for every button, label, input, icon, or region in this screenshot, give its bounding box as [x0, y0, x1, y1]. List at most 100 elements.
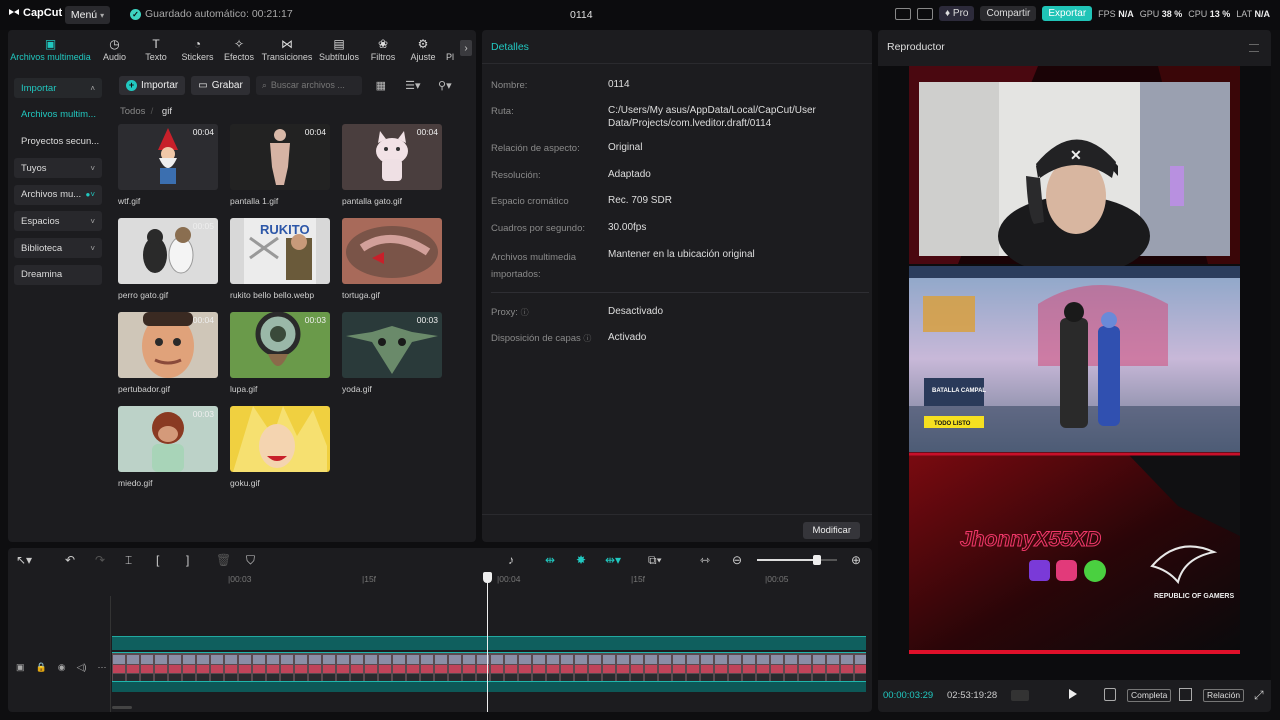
undo-icon[interactable]: ↶: [65, 553, 75, 567]
tool-transitions[interactable]: ⋈ Transiciones: [259, 30, 315, 66]
divider: [491, 292, 869, 293]
sort-icon[interactable]: ☰▾: [400, 76, 426, 95]
preview-canvas[interactable]: ✕ BATALLA CAMPAL TODO LISTO JhonnyX55XD: [878, 66, 1271, 680]
filter-icon[interactable]: ⚲▾: [432, 76, 458, 95]
media-item[interactable]: goku.gif: [230, 406, 330, 488]
sidebar-item-yours[interactable]: Tuyos ˅: [14, 158, 102, 179]
split-icon[interactable]: ⌶: [125, 553, 132, 567]
shield-icon[interactable]: ⛉: [246, 553, 255, 567]
speaker-icon[interactable]: ◁): [77, 662, 87, 673]
more-icon[interactable]: ⋯: [98, 662, 107, 673]
sidebar-item-media-files[interactable]: Archivos multim...: [14, 105, 102, 125]
tool-subtitles[interactable]: ▤ Subtítulos: [315, 30, 363, 66]
pro-button[interactable]: ♦ Pro: [939, 6, 975, 21]
info-icon[interactable]: ⓘ: [521, 308, 529, 317]
detail-label: Resolución:: [491, 170, 541, 181]
tool-filters[interactable]: ❀ Filtros: [363, 30, 403, 66]
linkage-icon[interactable]: ⇹▾: [605, 553, 621, 567]
media-item[interactable]: tortuga.gif: [342, 218, 442, 300]
zoom-slider[interactable]: [757, 555, 837, 565]
timeline-mode-icon[interactable]: [1011, 690, 1029, 701]
tool-audio[interactable]: ◷ Audio: [93, 30, 136, 66]
share-button[interactable]: Compartir: [980, 6, 1037, 21]
total-time: 02:53:19:28: [947, 690, 998, 701]
media-filename: goku.gif: [230, 478, 260, 488]
detail-value: 30.00fps: [608, 222, 647, 233]
record-button[interactable]: ▭ Grabar: [191, 75, 250, 95]
video-clip[interactable]: [112, 652, 866, 682]
full-quality-button[interactable]: Completa: [1127, 689, 1172, 702]
media-item[interactable]: 00:05 perro gato.gif: [118, 218, 218, 300]
media-item[interactable]: 00:04 wtf.gif: [118, 124, 218, 206]
audio-waveform-clip[interactable]: [112, 682, 866, 692]
grid-view-icon[interactable]: ▦: [368, 76, 394, 95]
sidebar-item-subprojects[interactable]: Proyectos secun...: [14, 131, 102, 151]
media-item[interactable]: RUKITO rukito bello bello.webp: [230, 218, 330, 300]
media-item[interactable]: 00:04 pantalla 1.gif: [230, 124, 330, 206]
tool-stickers[interactable]: ◔ Stickers: [176, 30, 219, 66]
search-input[interactable]: ⌕ Buscar archivos ...: [255, 75, 362, 95]
sidebar-item-import[interactable]: Importar ˄: [14, 78, 102, 98]
sidebar-item-spaces[interactable]: Espacios ˅: [14, 211, 102, 232]
sidebar-item-label: Importar: [21, 82, 57, 94]
sidebar-item-dreamina[interactable]: Dreamina: [14, 264, 102, 285]
media-item[interactable]: 00:03 miedo.gif: [118, 406, 218, 488]
tool-media[interactable]: ▣ Archivos multimedia: [8, 30, 93, 66]
media-item[interactable]: 00:03 lupa.gif: [230, 312, 330, 394]
redo-icon[interactable]: ↷: [95, 553, 105, 567]
twitch-icon: [1029, 560, 1050, 581]
zoom-slider-knob[interactable]: [813, 555, 821, 565]
media-item[interactable]: 00:04 pertubador.gif: [118, 312, 218, 394]
zoom-out-icon[interactable]: ⊖: [732, 553, 742, 567]
chevron-right-icon[interactable]: ›: [460, 40, 472, 56]
detail-label: Nombre:: [491, 80, 528, 91]
zoom-in-icon[interactable]: ⊕: [851, 553, 861, 567]
preview-frame: ✕ BATALLA CAMPAL TODO LISTO JhonnyX55XD: [909, 66, 1240, 654]
sidebar-item-library[interactable]: Biblioteca ˅: [14, 238, 102, 259]
menu-icon[interactable]: [1249, 44, 1259, 52]
cursor-select-icon[interactable]: ↖▾: [16, 553, 32, 567]
info-icon[interactable]: ⓘ: [583, 334, 591, 343]
keyboard-icon[interactable]: [917, 7, 934, 20]
tool-label: Pl: [445, 52, 454, 62]
search-icon: ⌕: [261, 79, 267, 90]
modify-button[interactable]: Modificar: [803, 522, 860, 539]
lock-icon[interactable]: 🔒: [36, 662, 47, 673]
export-button[interactable]: Exportar: [1042, 6, 1093, 21]
main-menu-button[interactable]: Menú ▾: [65, 6, 110, 24]
delete-icon[interactable]: 🗑: [216, 553, 231, 567]
sidebar-item-media-library[interactable]: Archivos mu... ●˅: [14, 184, 102, 205]
trim-left-icon[interactable]: [: [156, 553, 159, 567]
expand-icon[interactable]: ⤢: [1254, 688, 1264, 703]
crop-icon[interactable]: [1179, 688, 1192, 701]
playhead[interactable]: [487, 572, 488, 712]
tool-plugins[interactable]: Pl: [443, 30, 457, 66]
tool-adjust[interactable]: ⚙ Ajuste: [403, 30, 443, 66]
media-item[interactable]: 00:03 yoda.gif: [342, 312, 442, 394]
full-label: Completa: [1131, 690, 1168, 700]
fit-timeline-icon[interactable]: ⇿: [700, 553, 710, 567]
time-ruler[interactable]: |00:03 |15f |00:04 |15f |00:05: [8, 574, 872, 588]
media-item[interactable]: 00:04 pantalla gato.gif: [342, 124, 442, 206]
detail-label: Ruta:: [491, 106, 514, 117]
current-time: 00:00:03:29: [883, 690, 934, 701]
media-filename: perro gato.gif: [118, 290, 169, 300]
trim-right-icon[interactable]: ]: [186, 553, 189, 567]
play-icon[interactable]: [1069, 689, 1077, 699]
horizontal-scrollbar[interactable]: [112, 706, 132, 709]
layout-icon[interactable]: [895, 7, 912, 20]
breadcrumb-root[interactable]: Todos: [120, 106, 145, 117]
cover-icon[interactable]: ▣: [16, 662, 25, 673]
tool-effects[interactable]: ✧ Efectos: [219, 30, 259, 66]
eye-icon[interactable]: ◉: [58, 662, 66, 673]
aspect-ratio-button[interactable]: Relación: [1203, 689, 1245, 702]
fullscreen-fit-icon[interactable]: [1104, 688, 1116, 701]
plugin-icon: [443, 38, 457, 50]
import-button[interactable]: + Importar: [119, 75, 186, 95]
preview-axis-icon[interactable]: ⧉▾: [648, 553, 662, 567]
magnet-icon[interactable]: ✸: [576, 553, 586, 567]
tool-text[interactable]: T Texto: [136, 30, 176, 66]
link-clips-icon[interactable]: ⇹: [545, 553, 555, 567]
audio-clip[interactable]: [112, 636, 866, 650]
microphone-icon[interactable]: ♪: [508, 553, 514, 567]
